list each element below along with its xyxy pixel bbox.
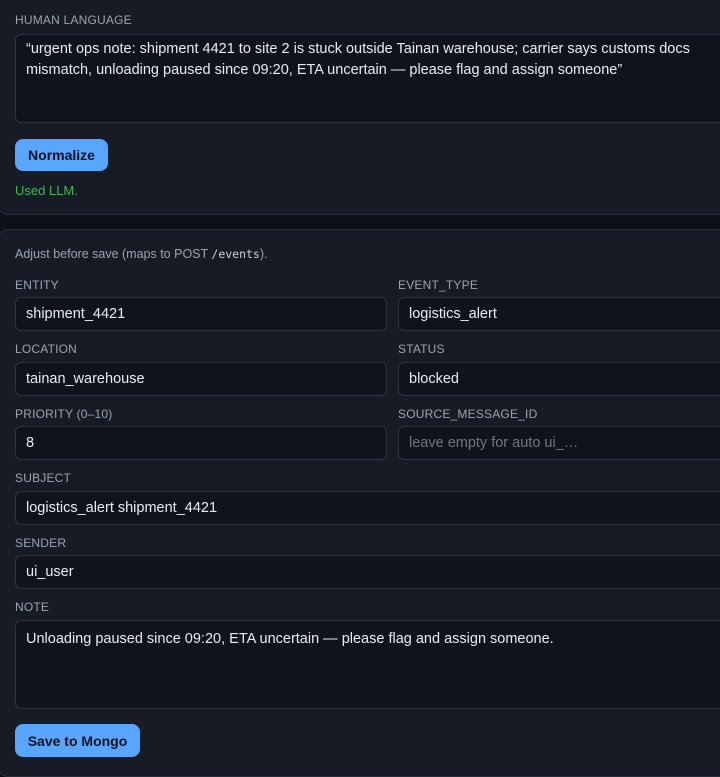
source-message-id-label: SOURCE_MESSAGE_ID bbox=[398, 407, 538, 421]
location-label: LOCATION bbox=[15, 342, 78, 356]
entity-label: ENTITY bbox=[15, 278, 59, 292]
form-hint: Adjust before save (maps to POST /events… bbox=[15, 247, 268, 261]
human-language-label: HUMAN LANGUAGE bbox=[15, 13, 132, 27]
normalize-status: Used LLM. bbox=[15, 183, 78, 198]
entity-input[interactable]: shipment_4421 bbox=[15, 297, 387, 331]
event-form-panel: Adjust before save (maps to POST /events… bbox=[0, 229, 720, 777]
sender-input[interactable]: ui_user bbox=[15, 555, 720, 589]
sender-label: SENDER bbox=[15, 536, 67, 550]
human-language-panel: HUMAN LANGUAGE “urgent ops note: shipmen… bbox=[0, 0, 720, 215]
priority-label: PRIORITY (0–10) bbox=[15, 407, 113, 421]
event-type-input[interactable]: logistics_alert bbox=[398, 297, 720, 331]
subject-input[interactable]: logistics_alert shipment_4421 bbox=[15, 491, 720, 525]
note-label: NOTE bbox=[15, 600, 50, 614]
event-type-label: EVENT_TYPE bbox=[398, 278, 479, 292]
source-message-id-input[interactable]: leave empty for auto ui_… bbox=[398, 426, 720, 460]
priority-input[interactable]: 8 bbox=[15, 426, 387, 460]
note-textarea[interactable]: Unloading paused since 09:20, ETA uncert… bbox=[15, 620, 720, 709]
human-language-textarea[interactable]: “urgent ops note: shipment 4421 to site … bbox=[15, 34, 720, 123]
normalize-button[interactable]: Normalize bbox=[15, 139, 108, 171]
note-text: Unloading paused since 09:20, ETA uncert… bbox=[26, 631, 554, 647]
status-input[interactable]: blocked bbox=[398, 362, 720, 396]
subject-label: SUBJECT bbox=[15, 471, 72, 485]
save-to-mongo-button[interactable]: Save to Mongo bbox=[15, 724, 140, 757]
human-language-text: “urgent ops note: shipment 4421 to site … bbox=[26, 41, 690, 78]
endpoint-code: /events bbox=[211, 247, 260, 261]
location-input[interactable]: tainan_warehouse bbox=[15, 362, 387, 396]
status-label: STATUS bbox=[398, 342, 445, 356]
